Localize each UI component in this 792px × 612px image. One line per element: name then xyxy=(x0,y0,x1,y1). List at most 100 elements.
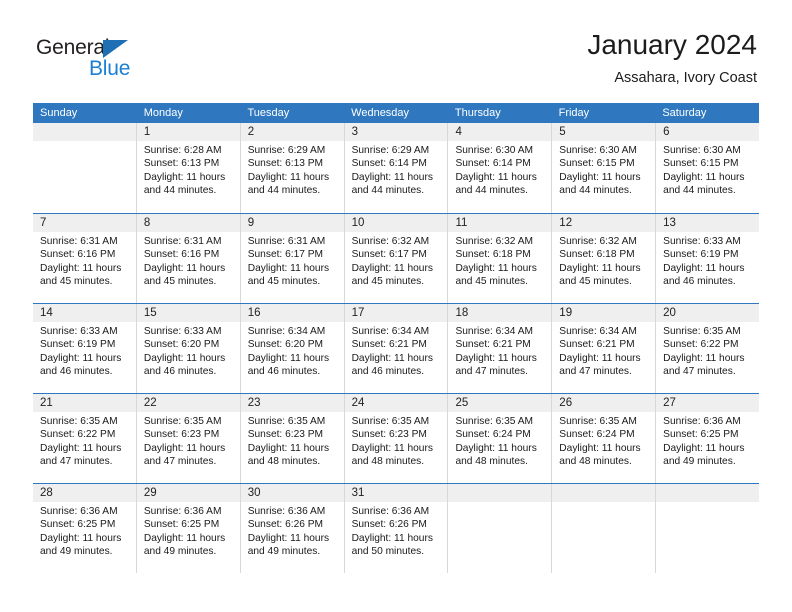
day-number-band xyxy=(448,484,552,502)
general-blue-logo: General Blue xyxy=(36,36,166,84)
calendar-grid: Sunday Monday Tuesday Wednesday Thursday… xyxy=(33,103,760,573)
day-number-band: 7 xyxy=(33,214,136,232)
day-cell[interactable]: 15 Sunrise: 6:33 AM Sunset: 6:20 PM Dayligh… xyxy=(136,304,241,393)
day-info: Sunrise: 6:34 AM Sunset: 6:21 PM Daylight:… xyxy=(345,322,448,379)
day-number-band: 27 xyxy=(656,394,760,412)
day-cell[interactable]: 30 Sunrise: 6:36 AM Sunset: 6:26 PM Dayligh… xyxy=(240,484,345,573)
day-cell[interactable]: 28 Sunrise: 6:36 AM Sunset: 6:25 PM Dayligh… xyxy=(33,484,137,573)
daylight-text: Daylight: 11 hours and 44 minutes. xyxy=(559,171,641,197)
day-info: Sunrise: 6:35 AM Sunset: 6:23 PM Daylight:… xyxy=(137,412,240,469)
day-cell[interactable]: 1 Sunrise: 6:28 AM Sunset: 6:13 PM Daylight… xyxy=(136,123,241,213)
day-info: Sunrise: 6:32 AM Sunset: 6:17 PM Daylight:… xyxy=(345,232,448,289)
sunset-text: Sunset: 6:18 PM xyxy=(455,249,531,261)
day-number: 3 xyxy=(351,126,358,138)
sunset-text: Sunset: 6:23 PM xyxy=(247,429,324,441)
day-cell[interactable]: 10 Sunrise: 6:32 AM Sunset: 6:17 PM Dayligh… xyxy=(344,214,449,303)
day-number-band: 22 xyxy=(136,394,240,412)
day-cell[interactable]: 20 Sunrise: 6:35 AM Sunset: 6:22 PM Dayligh… xyxy=(656,304,760,393)
daylight-text: Daylight: 11 hours and 45 minutes. xyxy=(143,262,226,288)
day-cell[interactable]: 25 Sunrise: 6:35 AM Sunset: 6:24 PM Dayligh… xyxy=(448,394,553,483)
sunrise-text: Sunrise: 6:36 AM xyxy=(663,416,741,427)
day-cell[interactable]: 5 Sunrise: 6:30 AM Sunset: 6:15 PM Daylight… xyxy=(552,123,657,213)
daylight-text: Daylight: 11 hours and 45 minutes. xyxy=(247,262,330,288)
day-cell[interactable]: 3 Sunrise: 6:29 AM Sunset: 6:14 PM Daylight… xyxy=(344,123,449,213)
page-header: General Blue January 2024 Assahara, Ivor… xyxy=(0,0,792,103)
day-cell[interactable]: 4 Sunrise: 6:30 AM Sunset: 6:14 PM Daylight… xyxy=(448,123,553,213)
day-cell[interactable]: 12 Sunrise: 6:32 AM Sunset: 6:18 PM Dayligh… xyxy=(552,214,657,303)
day-cell[interactable]: 19 Sunrise: 6:34 AM Sunset: 6:21 PM Dayligh… xyxy=(552,304,657,393)
day-cell[interactable]: 21 Sunrise: 6:35 AM Sunset: 6:22 PM Dayligh… xyxy=(33,394,137,483)
day-cell[interactable]: 18 Sunrise: 6:34 AM Sunset: 6:21 PM Dayligh… xyxy=(448,304,553,393)
day-cell[interactable]: 7 Sunrise: 6:31 AM Sunset: 6:16 PM Daylight… xyxy=(33,214,137,303)
sunset-text: Sunset: 6:13 PM xyxy=(247,158,324,170)
daylight-text: Daylight: 11 hours and 48 minutes. xyxy=(351,442,433,468)
sunset-text: Sunset: 6:25 PM xyxy=(40,519,116,531)
day-number-band: 11 xyxy=(448,214,552,232)
daylight-text: Daylight: 11 hours and 49 minutes. xyxy=(40,532,122,558)
sunrise-text: Sunrise: 6:30 AM xyxy=(663,145,741,156)
day-cell[interactable]: 13 Sunrise: 6:33 AM Sunset: 6:19 PM Dayligh… xyxy=(656,214,760,303)
day-number: 28 xyxy=(40,487,53,499)
daylight-text: Daylight: 11 hours and 49 minutes. xyxy=(663,442,745,468)
daylight-text: Daylight: 11 hours and 45 minutes. xyxy=(40,262,122,288)
day-cell[interactable]: 29 Sunrise: 6:36 AM Sunset: 6:25 PM Dayligh… xyxy=(136,484,241,573)
page-subtitle: Assahara, Ivory Coast xyxy=(614,70,757,86)
sunrise-text: Sunrise: 6:33 AM xyxy=(663,236,741,247)
day-number: 10 xyxy=(351,217,365,229)
day-cell[interactable]: 2 Sunrise: 6:29 AM Sunset: 6:13 PM Daylight… xyxy=(240,123,345,213)
day-cell[interactable]: 17 Sunrise: 6:34 AM Sunset: 6:21 PM Dayligh… xyxy=(344,304,449,393)
sunrise-text: Sunrise: 6:32 AM xyxy=(351,236,430,247)
sunrise-text: Sunrise: 6:30 AM xyxy=(559,145,637,156)
day-cell[interactable]: 27 Sunrise: 6:36 AM Sunset: 6:25 PM Dayligh… xyxy=(656,394,760,483)
sunrise-text: Sunrise: 6:32 AM xyxy=(559,236,637,247)
day-number: 9 xyxy=(247,217,255,229)
sunset-text: Sunset: 6:19 PM xyxy=(40,339,116,351)
day-info: Sunrise: 6:35 AM Sunset: 6:22 PM Daylight:… xyxy=(656,322,759,379)
day-cell[interactable]: 8 Sunrise: 6:31 AM Sunset: 6:16 PM Daylight… xyxy=(136,214,241,303)
day-cell[interactable]: 23 Sunrise: 6:35 AM Sunset: 6:23 PM Dayligh… xyxy=(240,394,345,483)
daylight-text: Daylight: 11 hours and 45 minutes. xyxy=(351,262,433,288)
day-info: Sunrise: 6:30 AM Sunset: 6:15 PM Daylight:… xyxy=(552,141,655,198)
day-number: 22 xyxy=(143,397,157,409)
day-cell[interactable]: 9 Sunrise: 6:31 AM Sunset: 6:17 PM Daylight… xyxy=(240,214,345,303)
sunrise-text: Sunrise: 6:29 AM xyxy=(351,145,430,156)
day-number-band: 8 xyxy=(136,214,240,232)
day-number-band: 15 xyxy=(136,304,240,322)
logo-triangle-icon xyxy=(103,40,128,58)
day-cell[interactable]: 24 Sunrise: 6:35 AM Sunset: 6:23 PM Dayligh… xyxy=(344,394,449,483)
day-cell[interactable]: 22 Sunrise: 6:35 AM Sunset: 6:23 PM Dayligh… xyxy=(136,394,241,483)
day-cell[interactable]: 11 Sunrise: 6:32 AM Sunset: 6:18 PM Dayligh… xyxy=(448,214,553,303)
day-cell-empty xyxy=(656,484,760,573)
day-info: Sunrise: 6:35 AM Sunset: 6:24 PM Daylight:… xyxy=(552,412,655,469)
daylight-text: Daylight: 11 hours and 45 minutes. xyxy=(455,262,537,288)
day-info: Sunrise: 6:34 AM Sunset: 6:21 PM Daylight:… xyxy=(448,322,551,379)
sunrise-text: Sunrise: 6:36 AM xyxy=(351,506,430,517)
day-cell[interactable]: 6 Sunrise: 6:30 AM Sunset: 6:15 PM Daylight… xyxy=(656,123,760,213)
day-number: 15 xyxy=(143,307,157,319)
day-number-band: 1 xyxy=(136,123,240,141)
day-cell[interactable]: 16 Sunrise: 6:34 AM Sunset: 6:20 PM Dayligh… xyxy=(240,304,345,393)
weekday-header-friday: Friday xyxy=(558,107,590,119)
sunset-text: Sunset: 6:14 PM xyxy=(455,158,531,170)
day-number-band: 21 xyxy=(33,394,136,412)
day-info: Sunrise: 6:31 AM Sunset: 6:17 PM Daylight:… xyxy=(241,232,344,289)
day-cell[interactable]: 31 Sunrise: 6:36 AM Sunset: 6:26 PM Dayligh… xyxy=(344,484,449,573)
weekday-header-row: Sunday Monday Tuesday Wednesday Thursday… xyxy=(33,103,759,123)
day-number-band: 23 xyxy=(240,394,344,412)
day-info: Sunrise: 6:34 AM Sunset: 6:20 PM Daylight:… xyxy=(241,322,344,379)
day-cell-empty xyxy=(448,484,553,573)
day-cell[interactable]: 14 Sunrise: 6:33 AM Sunset: 6:19 PM Dayligh… xyxy=(33,304,137,393)
sunset-text: Sunset: 6:15 PM xyxy=(663,158,739,170)
day-number-band: 28 xyxy=(33,484,136,502)
sunrise-text: Sunrise: 6:35 AM xyxy=(351,416,430,427)
sunset-text: Sunset: 6:25 PM xyxy=(663,429,739,441)
sunrise-text: Sunrise: 6:35 AM xyxy=(247,416,326,427)
sunrise-text: Sunrise: 6:31 AM xyxy=(247,236,326,247)
sunrise-text: Sunrise: 6:34 AM xyxy=(351,326,430,337)
sunset-text: Sunset: 6:21 PM xyxy=(559,339,635,351)
day-number-band: 19 xyxy=(552,304,656,322)
sunrise-text: Sunrise: 6:29 AM xyxy=(247,145,326,156)
sunset-text: Sunset: 6:13 PM xyxy=(143,158,220,170)
day-number-band: 4 xyxy=(448,123,552,141)
day-cell[interactable]: 26 Sunrise: 6:35 AM Sunset: 6:24 PM Dayligh… xyxy=(552,394,657,483)
